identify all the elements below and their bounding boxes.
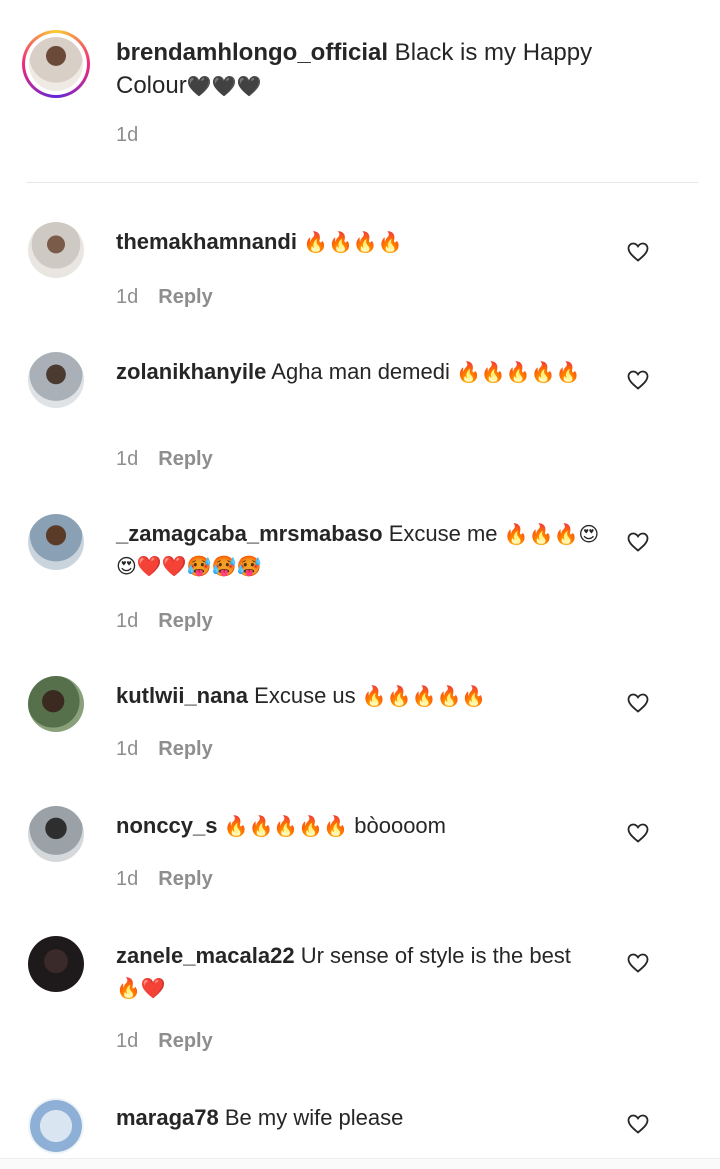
reply-button[interactable]: Reply <box>158 738 212 760</box>
comment-time: 1d <box>116 738 139 760</box>
comment-emoji: 🔥🔥🔥🔥 <box>303 230 403 254</box>
comment-username[interactable]: maraga78 <box>116 1105 219 1130</box>
caption-avatar[interactable] <box>22 30 90 98</box>
caption-emoji: 🖤🖤🖤 <box>186 74 262 98</box>
comment-emoji: 🔥🔥🔥🔥🔥 <box>455 360 581 384</box>
comment-time: 1d <box>116 286 139 308</box>
bottom-edge <box>0 1158 720 1169</box>
comment-time: 1d <box>116 868 139 890</box>
comment-username[interactable]: themakhamnandi <box>116 229 297 254</box>
post-caption: brendamhlongo_official Black is my Happy… <box>0 0 720 183</box>
caption-text: brendamhlongo_official Black is my Happy… <box>116 36 636 103</box>
comment-time: 1d <box>116 610 139 632</box>
like-heart-icon[interactable] <box>626 691 650 715</box>
reply-button[interactable]: Reply <box>158 868 212 890</box>
divider <box>26 182 698 183</box>
avatar[interactable] <box>28 676 84 732</box>
avatar[interactable] <box>28 352 84 408</box>
comment-emoji: 🔥🔥🔥🔥🔥 <box>361 684 487 708</box>
comment-time: 1d <box>116 448 139 470</box>
avatar[interactable] <box>28 936 84 992</box>
comment-username[interactable]: _zamagcaba_mrsmabaso <box>116 521 383 546</box>
reply-button[interactable]: Reply <box>158 286 212 308</box>
reply-button[interactable]: Reply <box>158 448 212 470</box>
comment-emoji: 🔥🔥🔥🔥🔥 <box>223 814 349 838</box>
comment-username[interactable]: zanele_macala22 <box>116 943 295 968</box>
like-heart-icon[interactable] <box>626 368 650 392</box>
avatar[interactable] <box>28 1098 84 1154</box>
comment-username[interactable]: nonccy_s <box>116 813 218 838</box>
like-heart-icon[interactable] <box>626 240 650 264</box>
avatar[interactable] <box>28 514 84 570</box>
avatar[interactable] <box>28 806 84 862</box>
caption-time: 1d <box>116 124 139 146</box>
like-heart-icon[interactable] <box>626 530 650 554</box>
like-heart-icon[interactable] <box>626 821 650 845</box>
avatar[interactable] <box>28 222 84 278</box>
comment-time: 1d <box>116 1030 139 1052</box>
comment-emoji: 🔥❤️ <box>116 976 166 1000</box>
comment-username[interactable]: kutlwii_nana <box>116 683 248 708</box>
reply-button[interactable]: Reply <box>158 610 212 632</box>
like-heart-icon[interactable] <box>626 951 650 975</box>
comment-username[interactable]: zolanikhanyile <box>116 359 266 384</box>
caption-username[interactable]: brendamhlongo_official <box>116 39 388 66</box>
like-heart-icon[interactable] <box>626 1112 650 1136</box>
reply-button[interactable]: Reply <box>158 1030 212 1052</box>
